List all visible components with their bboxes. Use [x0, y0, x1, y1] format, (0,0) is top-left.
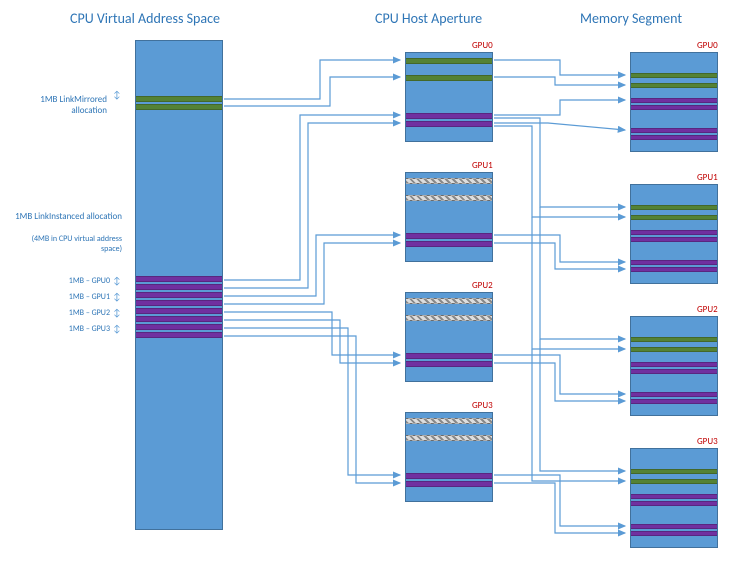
ms-gpu3-p2 [631, 524, 717, 529]
ha-gpu3-p0 [406, 473, 492, 479]
cpu-va-block [135, 40, 223, 530]
stripe-inst-gpu3-b [136, 332, 222, 338]
ha-gpu0-g0 [406, 58, 492, 64]
ms-gpu2-g0 [631, 337, 717, 342]
label-slot-gpu1: 1MB – GPU1 [55, 292, 110, 302]
ha-gpu1-h1 [406, 195, 492, 201]
ha-gpu2-block [405, 292, 493, 382]
ha-gpu2-h0 [406, 298, 492, 304]
ha-gpu0-block [405, 52, 493, 142]
ha-gpu3-h0 [406, 418, 492, 424]
ms-gpu0-p2 [631, 128, 717, 133]
ha-gpu1-p1 [406, 241, 492, 247]
ha-gpu0-p1 [406, 121, 492, 127]
stripe-inst-gpu2-b [136, 316, 222, 322]
ms-gpu3-g1 [631, 479, 717, 484]
ha-gpu2-label: GPU2 [472, 280, 493, 291]
ms-gpu1-p0 [631, 230, 717, 235]
ha-gpu0-p0 [406, 113, 492, 119]
slot0-arrow: ↕ [113, 276, 121, 286]
ha-gpu3-label: GPU3 [472, 400, 493, 411]
stripe-mirrored-1 [136, 104, 222, 110]
ms-gpu1-p2 [631, 260, 717, 265]
ms-gpu2-block [630, 316, 718, 416]
ha-gpu2-p0 [406, 353, 492, 359]
ms-gpu1-label: GPU1 [697, 172, 718, 183]
stripe-inst-gpu0-b [136, 284, 222, 290]
ha-gpu3-h1 [406, 435, 492, 441]
label-slot-gpu3: 1MB – GPU3 [55, 324, 110, 334]
ha-gpu0-label: GPU0 [472, 40, 493, 51]
ms-gpu1-p3 [631, 267, 717, 272]
stripe-inst-gpu1-b [136, 300, 222, 306]
label-instanced-title: 1MB LinkInstanced allocation [12, 212, 122, 223]
title-col2: CPU Host Aperture [375, 10, 482, 27]
ms-gpu2-g1 [631, 347, 717, 352]
ms-gpu1-g0 [631, 205, 717, 210]
ms-gpu0-p1 [631, 105, 717, 110]
ms-gpu3-p0 [631, 494, 717, 499]
label-slot-gpu0: 1MB – GPU0 [55, 276, 110, 286]
label-instanced-sub: (4MB in CPU virtual address space) [12, 235, 122, 254]
ms-gpu2-p1 [631, 369, 717, 374]
stripe-inst-gpu3-a [136, 324, 222, 330]
ha-gpu0-g1 [406, 75, 492, 81]
arrows-overlay [0, 0, 735, 567]
ha-gpu2-p1 [406, 361, 492, 367]
ms-gpu1-block [630, 184, 718, 284]
mirrored-size-arrow: ↕ [113, 90, 121, 100]
ha-gpu1-h0 [406, 178, 492, 184]
ms-gpu2-p3 [631, 399, 717, 404]
ms-gpu1-g1 [631, 215, 717, 220]
ms-gpu3-g0 [631, 469, 717, 474]
ha-gpu1-block [405, 172, 493, 262]
ms-gpu3-label: GPU3 [697, 436, 718, 447]
ms-gpu0-g0 [631, 73, 717, 78]
stripe-inst-gpu2-a [136, 308, 222, 314]
ms-gpu0-label: GPU0 [697, 40, 718, 51]
label-mirrored: 1MB LinkMirrored allocation [12, 95, 107, 117]
ms-gpu3-p1 [631, 501, 717, 506]
stripe-mirrored-0 [136, 96, 222, 102]
ha-gpu2-h1 [406, 315, 492, 321]
label-slot-gpu2: 1MB – GPU2 [55, 308, 110, 318]
ha-gpu3-block [405, 412, 493, 502]
ms-gpu2-p2 [631, 392, 717, 397]
ha-gpu1-label: GPU1 [472, 160, 493, 171]
ms-gpu0-block [630, 52, 718, 152]
ms-gpu3-block [630, 448, 718, 548]
slot2-arrow: ↕ [113, 308, 121, 318]
ms-gpu0-g1 [631, 83, 717, 88]
ha-gpu1-p0 [406, 233, 492, 239]
title-col1: CPU Virtual Address Space [70, 10, 220, 27]
title-col3: Memory Segment [580, 10, 682, 27]
stripe-inst-gpu0-a [136, 276, 222, 282]
ms-gpu2-p0 [631, 362, 717, 367]
ms-gpu0-p3 [631, 135, 717, 140]
stripe-inst-gpu1-a [136, 292, 222, 298]
slot3-arrow: ↕ [113, 324, 121, 334]
ms-gpu1-p1 [631, 237, 717, 242]
ms-gpu0-p0 [631, 98, 717, 103]
ms-gpu3-p3 [631, 531, 717, 536]
ms-gpu2-label: GPU2 [697, 304, 718, 315]
ha-gpu3-p1 [406, 481, 492, 487]
slot1-arrow: ↕ [113, 292, 121, 302]
